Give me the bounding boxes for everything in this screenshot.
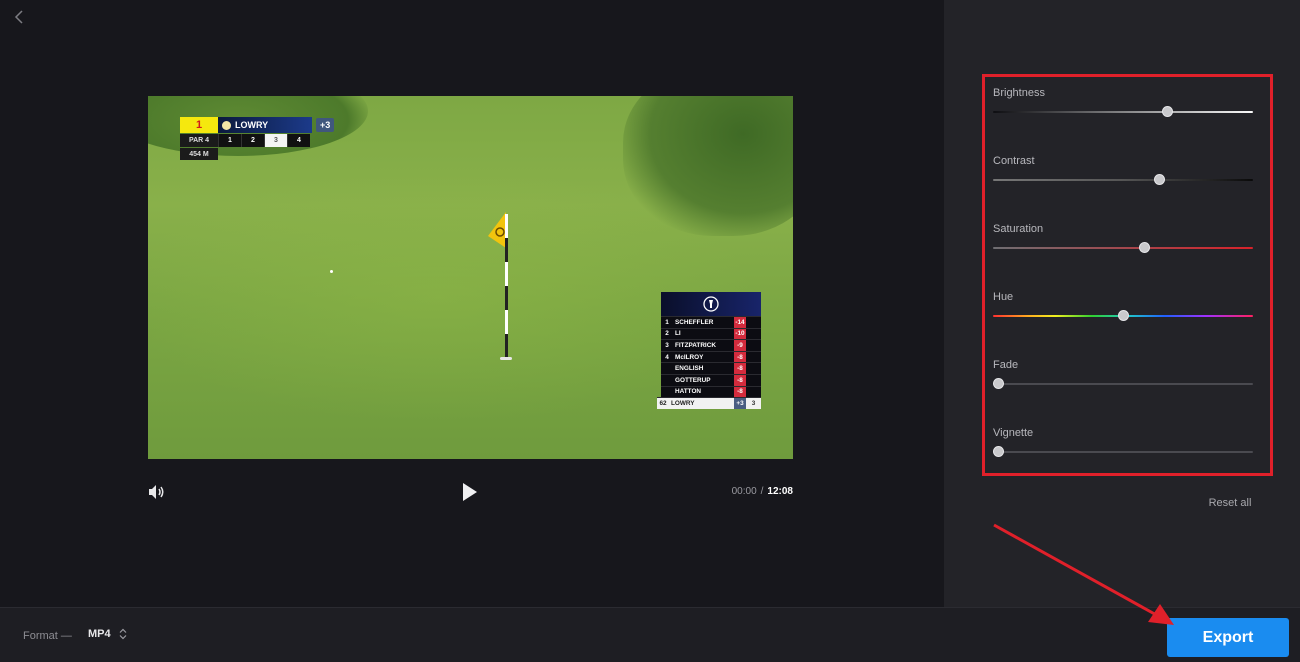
- volume-button[interactable]: [146, 482, 166, 502]
- scorebug-player-name: LOWRY: [235, 120, 269, 130]
- scorebug-par: PAR 4: [180, 134, 218, 147]
- speaker-icon: [149, 485, 164, 499]
- leaderboard-pos: 62: [659, 399, 667, 407]
- leaderboard-score: -8: [734, 374, 746, 386]
- slider-label: Contrast: [993, 155, 1035, 167]
- slider-track[interactable]: [993, 179, 1253, 181]
- time-separator: /: [760, 486, 764, 497]
- scorebug-distance: 454 M: [180, 148, 218, 160]
- slider-track[interactable]: [993, 247, 1253, 249]
- scorebug-to-par: +3: [316, 118, 335, 132]
- slider-track[interactable]: [993, 451, 1253, 453]
- leaderboard-row: ENGLISH -8: [661, 362, 761, 374]
- leaderboard-score: -9: [734, 340, 746, 351]
- scorebug-hole-cell: 4: [287, 134, 310, 147]
- slider-fade: Fade: [993, 359, 1253, 389]
- leaderboard-name: LI: [675, 330, 681, 338]
- slider-label: Vignette: [993, 427, 1034, 439]
- leaderboard-row: GOTTERUP -8: [661, 373, 761, 386]
- export-button[interactable]: Export: [1167, 618, 1289, 657]
- current-time: 00:00: [731, 486, 757, 497]
- leaderboard-pos: 1: [665, 318, 669, 326]
- slider-thumb[interactable]: [1154, 174, 1165, 185]
- leaderboard-row: 1 SCHEFFLER -14: [661, 316, 761, 328]
- leaderboard-name: GOTTERUP: [675, 376, 711, 384]
- video-preview[interactable]: 1 LOWRY +3 PAR 4 1 2 3 4 454 M 1 SCHEFFLE…: [148, 96, 793, 459]
- timecode: 00:00/12:08: [680, 486, 793, 497]
- leaderboard-row: HATTON -8: [661, 385, 761, 398]
- leaderboard-score: -10: [734, 328, 746, 340]
- leaderboard-score: -8: [734, 363, 746, 374]
- tv-scorebug: 1 LOWRY +3 PAR 4 1 2 3 4 454 M: [180, 117, 335, 160]
- leaderboard-pos: 3: [665, 341, 669, 349]
- play-icon: [463, 483, 477, 501]
- slider-thumb[interactable]: [1162, 106, 1173, 117]
- leaderboard-name: HATTON: [675, 388, 702, 396]
- golf-ball: [330, 270, 333, 273]
- back-button[interactable]: [8, 6, 30, 28]
- format-select[interactable]: MP4: [88, 628, 127, 640]
- scorebug-hole-cell: 1: [218, 134, 241, 147]
- scorebug-hole-cell: 2: [241, 134, 264, 147]
- scorebug-player: LOWRY: [218, 117, 312, 133]
- slider-label: Hue: [993, 291, 1014, 303]
- leaderboard-pos: 2: [665, 330, 669, 338]
- leaderboard-header: [661, 292, 761, 316]
- trophy-logo-icon: [703, 296, 719, 312]
- highlight-box: [982, 74, 1273, 476]
- leaderboard-score: -14: [734, 317, 746, 328]
- slider-thumb[interactable]: [1139, 242, 1150, 253]
- slider-contrast: Contrast: [993, 155, 1253, 185]
- slider-vignette: Vignette: [993, 427, 1253, 457]
- scorebug-hole: 1: [180, 117, 218, 133]
- duration: 12:08: [767, 486, 793, 497]
- slider-saturation: Saturation: [993, 223, 1253, 253]
- chevron-left-icon: [14, 10, 23, 24]
- scorebug-hole-cell: 3: [264, 134, 287, 147]
- slider-thumb[interactable]: [1118, 310, 1129, 321]
- flag-pin: [505, 214, 508, 360]
- leaderboard-name: ENGLISH: [675, 365, 704, 373]
- leaderboard-pos: 4: [665, 353, 669, 361]
- ball-icon: [222, 120, 231, 130]
- leaderboard-score: -8: [734, 351, 746, 363]
- slider-track[interactable]: [993, 111, 1253, 113]
- leaderboard-row: 2 LI -10: [661, 327, 761, 340]
- tv-leaderboard: 1 SCHEFFLER -14 2 LI -10 3 FITZPATRICK -9 4 McILRO…: [657, 292, 761, 409]
- leaderboard-score: +3: [734, 398, 746, 409]
- leaderboard-row: 4 McILROY -8: [661, 350, 761, 363]
- leaderboard-score: -8: [734, 386, 746, 398]
- slider-brightness: Brightness: [993, 87, 1253, 117]
- bottom-bar: Format — MP4 Export: [0, 607, 1300, 662]
- leaderboard-thru: 3: [751, 399, 756, 407]
- slider-thumb[interactable]: [993, 378, 1004, 389]
- leaderboard-name: LOWRY: [671, 399, 695, 407]
- slider-hue: Hue: [993, 291, 1253, 321]
- slider-label: Saturation: [993, 223, 1044, 235]
- cup: [500, 357, 512, 360]
- leaderboard-row: 3 FITZPATRICK -9: [661, 339, 761, 351]
- leaderboard-row-current-player: 62 LOWRY +3 3: [657, 397, 761, 409]
- updown-chevron-icon: [119, 628, 127, 640]
- slider-label: Brightness: [993, 87, 1045, 99]
- play-button[interactable]: [460, 481, 480, 503]
- format-label: Format —: [23, 630, 72, 642]
- leaderboard-name: McILROY: [675, 353, 704, 361]
- format-value: MP4: [88, 628, 111, 640]
- rough-grass-right: [623, 96, 793, 236]
- reset-all-button[interactable]: Reset all: [1200, 497, 1260, 509]
- slider-thumb[interactable]: [993, 446, 1004, 457]
- slider-track[interactable]: [993, 383, 1253, 385]
- leaderboard-name: SCHEFFLER: [675, 318, 714, 326]
- leaderboard-name: FITZPATRICK: [675, 341, 716, 349]
- slider-label: Fade: [993, 359, 1019, 371]
